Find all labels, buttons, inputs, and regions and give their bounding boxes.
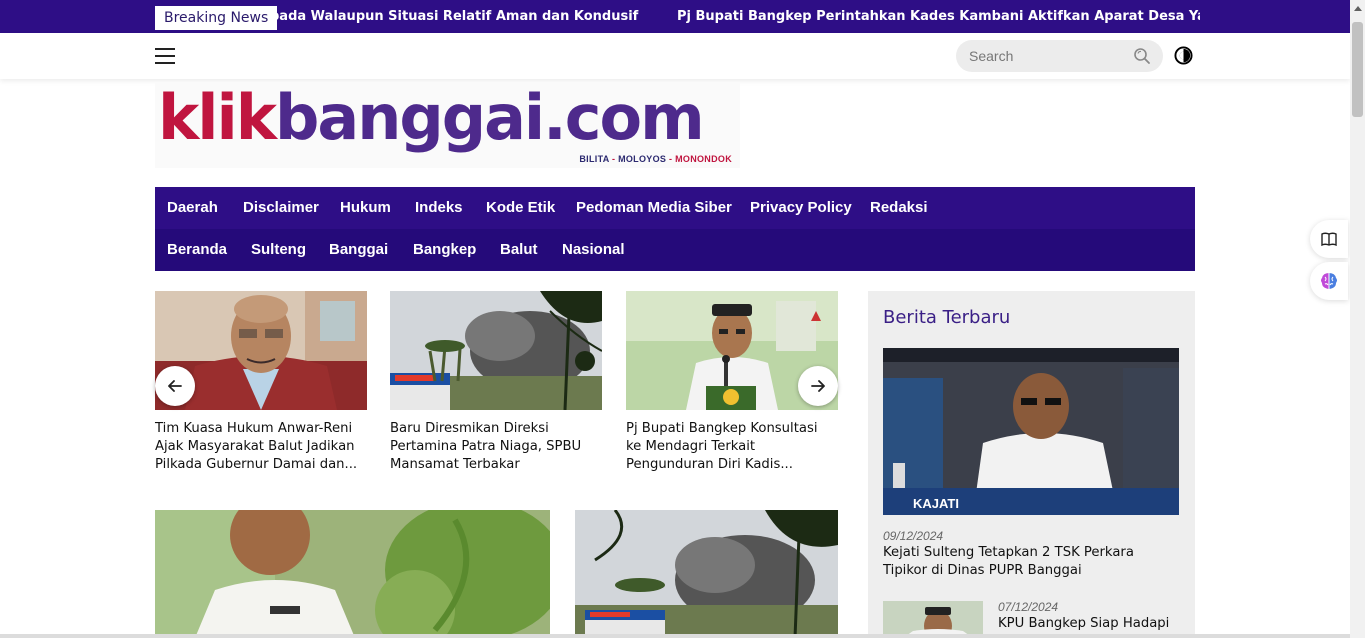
logo-wordmark: klikbanggai.com [158, 81, 705, 154]
carousel-next-button[interactable] [798, 366, 838, 406]
nav-item-pedoman-media-siber[interactable]: Pedoman Media Siber [576, 187, 732, 229]
menu-icon[interactable] [155, 48, 175, 64]
image-caption-text: KAJATI [913, 496, 959, 511]
horizontal-scrollbar-edge [0, 634, 1350, 638]
nav-item-privacy-policy[interactable]: Privacy Policy [750, 187, 852, 229]
primary-nav: Daerah Disclaimer Hukum Indeks Kode Etik… [155, 187, 1195, 229]
top-bar [0, 33, 1350, 79]
contrast-icon[interactable] [1174, 46, 1193, 65]
article-title[interactable]: Baru Diresmikan Direksi Pertamina Patra … [390, 420, 602, 474]
arrow-left-icon [168, 380, 182, 392]
search-icon[interactable] [1133, 47, 1151, 65]
scroll-up-icon[interactable] [1354, 6, 1362, 11]
tagline-word: MONONDOK [675, 154, 732, 164]
logo-part-banggai: banggai.com [274, 81, 705, 154]
article-title[interactable]: Pj Bupati Bangkep Konsultasi ke Mendagri… [626, 420, 838, 474]
nav-item-balut[interactable]: Balut [500, 229, 538, 271]
article-title[interactable]: Tim Kuasa Hukum Anwar-Reni Ajak Masyarak… [155, 420, 367, 474]
article-date: 07/12/2024 [998, 600, 1059, 614]
nav-item-redaksi[interactable]: Redaksi [870, 187, 928, 229]
breaking-news-label: Breaking News [155, 6, 278, 30]
ticker-track: pada Walaupun Situasi Relatif Aman dan K… [270, 0, 1200, 33]
article-thumbnail[interactable] [390, 291, 602, 410]
nav-item-indeks[interactable]: Indeks [415, 187, 463, 229]
featured-article-image[interactable] [575, 510, 838, 638]
sidebar-title: Berita Terbaru [883, 307, 1011, 328]
search-input[interactable] [969, 46, 1129, 66]
scrollbar-thumb[interactable] [1352, 22, 1363, 117]
book-icon [1321, 232, 1337, 246]
article-date: 09/12/2024 [883, 529, 944, 543]
carousel-prev-button[interactable] [155, 366, 195, 406]
ticker-item[interactable]: Pj Bupati Bangkep Perintahkan Kades Kamb… [677, 0, 1200, 33]
ticker-item[interactable]: pada Walaupun Situasi Relatif Aman dan K… [270, 0, 638, 33]
sidebar-headline[interactable]: KPU Bangkep Siap Hadapi [998, 615, 1188, 633]
nav-item-sulteng[interactable]: Sulteng [251, 229, 306, 271]
tagline-word: BILITA [579, 154, 610, 164]
nav-item-nasional[interactable]: Nasional [562, 229, 625, 271]
nav-item-beranda[interactable]: Beranda [167, 229, 227, 271]
nav-item-banggai[interactable]: Banggai [329, 229, 388, 271]
sidebar-thumbnail[interactable] [883, 601, 983, 638]
ai-assistant-button[interactable] [1310, 262, 1348, 300]
breaking-news-ticker: Breaking News pada Walaupun Situasi Rela… [0, 0, 1350, 33]
search-box [956, 40, 1163, 72]
tagline-word: MOLOYOS [618, 154, 667, 164]
sidebar-featured-image[interactable]: KAJATI [883, 348, 1179, 515]
secondary-nav: Beranda Sulteng Banggai Bangkep Balut Na… [155, 229, 1195, 271]
page: Breaking News pada Walaupun Situasi Rela… [0, 0, 1365, 638]
logo-part-klik: klik [158, 81, 277, 154]
sidebar-latest-news: Berita Terbaru KAJATI 09/12/2024 Kejati … [868, 291, 1195, 638]
brain-icon [1321, 273, 1337, 289]
nav-item-bangkep[interactable]: Bangkep [413, 229, 476, 271]
nav-item-daerah[interactable]: Daerah [167, 187, 218, 229]
logo-tagline: BILITA - MOLOYOS - MONONDOK [579, 154, 732, 164]
nav-item-disclaimer[interactable]: Disclaimer [243, 187, 319, 229]
nav-item-hukum[interactable]: Hukum [340, 187, 391, 229]
featured-article-image[interactable] [155, 510, 550, 638]
arrow-right-icon [811, 380, 825, 392]
vertical-scrollbar[interactable] [1350, 0, 1365, 638]
nav-item-kode-etik[interactable]: Kode Etik [486, 187, 555, 229]
reader-mode-button[interactable] [1310, 220, 1348, 258]
sidebar-headline[interactable]: Kejati Sulteng Tetapkan 2 TSK Perkara Ti… [883, 544, 1173, 580]
site-logo[interactable]: klikbanggai.com BILITA - MOLOYOS - MONON… [155, 82, 740, 168]
